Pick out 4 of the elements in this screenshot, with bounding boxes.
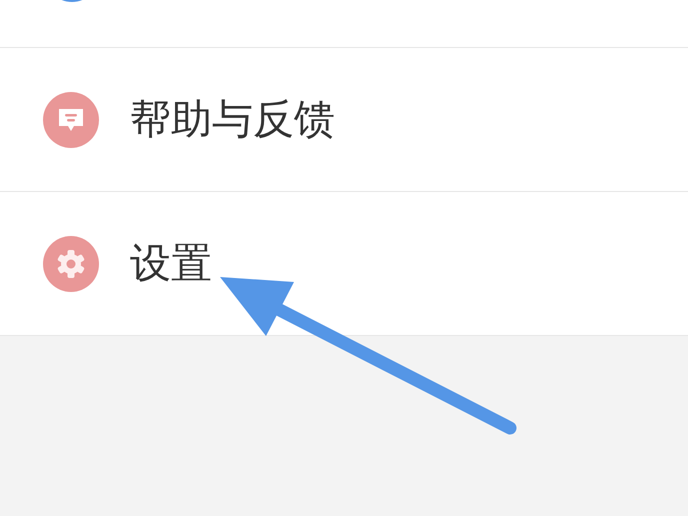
menu-item[interactable]: 帮助与反馈: [0, 48, 688, 192]
chat-bubble-icon: [43, 92, 99, 148]
gear-icon: [43, 236, 99, 292]
menu-item[interactable]: 设置: [0, 192, 688, 336]
